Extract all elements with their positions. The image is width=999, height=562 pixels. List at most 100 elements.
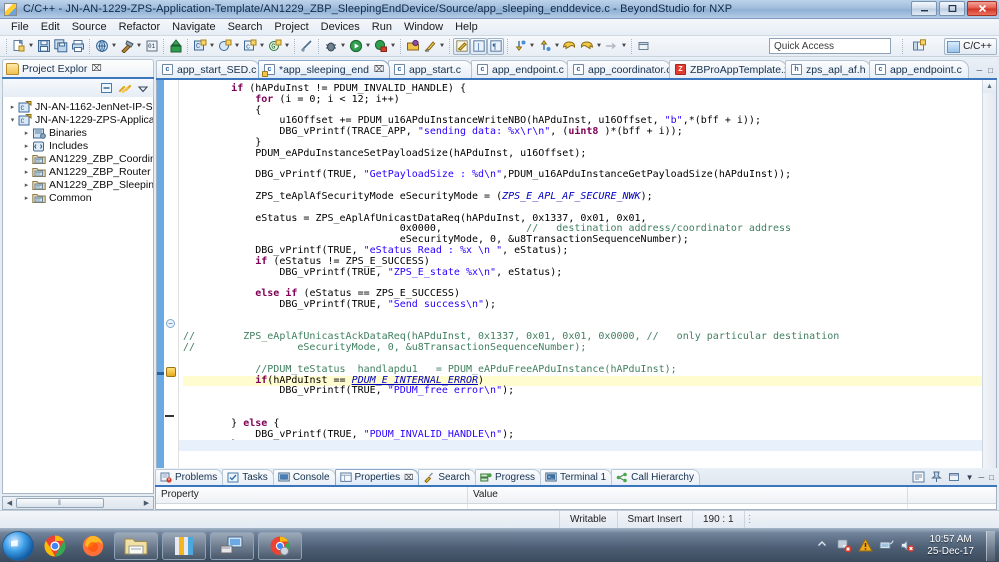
bottom-tab-search[interactable]: Search bbox=[418, 469, 476, 485]
bottom-tab-call-hierarchy[interactable]: Call Hierarchy bbox=[611, 469, 700, 485]
maximize-editor-icon[interactable]: □ bbox=[988, 66, 993, 75]
new-class-icon[interactable] bbox=[216, 38, 233, 55]
run-dropdown-icon[interactable] bbox=[364, 38, 372, 54]
save-icon[interactable] bbox=[35, 38, 52, 55]
warning-marker-icon[interactable] bbox=[166, 367, 176, 377]
toggle-whitespace-icon[interactable]: ¶ bbox=[487, 37, 504, 55]
debug-icon[interactable] bbox=[322, 38, 339, 55]
next-annotation-icon[interactable] bbox=[511, 38, 528, 55]
new-green-icon[interactable]: G bbox=[266, 38, 283, 55]
menu-search[interactable]: Search bbox=[222, 20, 269, 34]
source-code-text[interactable]: if (hAPduInst != PDUM_INVALID_HANDLE) { … bbox=[179, 80, 982, 496]
scroll-left-icon[interactable]: ◀ bbox=[3, 499, 16, 507]
menu-refactor[interactable]: Refactor bbox=[113, 20, 167, 34]
new-file-dropdown-icon[interactable] bbox=[27, 38, 35, 54]
menu-file[interactable]: File bbox=[5, 20, 35, 34]
tree-item-an1229-zbp-router[interactable]: ▸ AN1229_ZBP_Router bbox=[3, 165, 153, 178]
taskbar-explorer-icon[interactable] bbox=[114, 531, 158, 560]
show-hidden-icons-icon[interactable] bbox=[816, 538, 831, 553]
menu-help[interactable]: Help bbox=[449, 20, 484, 34]
warning-icon[interactable] bbox=[858, 537, 874, 553]
restore-perspective-icon[interactable] bbox=[635, 38, 652, 55]
toggle-word-wrap-icon[interactable]: | bbox=[470, 37, 487, 55]
print-icon[interactable] bbox=[69, 38, 86, 55]
editor-tab-app_endpoint.c[interactable]: c app_endpoint.c bbox=[869, 60, 969, 78]
scroll-up-icon[interactable]: ▲ bbox=[983, 80, 996, 93]
perspective-switcher-cpp[interactable]: C/C++ bbox=[944, 38, 997, 55]
close-button[interactable] bbox=[967, 1, 997, 16]
code-line[interactable]: ZPS_teAplAfSecurityMode eSecurityMode = … bbox=[183, 191, 982, 203]
new-c-project-icon[interactable]: C bbox=[191, 38, 208, 55]
debug-dropdown-icon[interactable] bbox=[339, 38, 347, 54]
folding-gutter[interactable]: − bbox=[164, 80, 179, 496]
editor-tab-zps_apl_af.h[interactable]: h zps_apl_af.h bbox=[785, 60, 871, 78]
code-line[interactable] bbox=[183, 203, 982, 214]
fold-end-icon[interactable] bbox=[165, 415, 174, 417]
new-class-dropdown-icon[interactable] bbox=[233, 38, 241, 54]
code-line[interactable]: DBG_vPrintf(TRUE, "GetPayloadSize : %d\n… bbox=[183, 169, 982, 181]
forward-history-dropdown-icon[interactable] bbox=[620, 38, 628, 54]
skip-breakpoints-icon[interactable] bbox=[298, 38, 315, 55]
code-line[interactable] bbox=[183, 397, 982, 408]
bottom-tab-terminal-1[interactable]: >_ Terminal 1 bbox=[540, 469, 613, 485]
new-c-file-icon[interactable]: c bbox=[241, 38, 258, 55]
chevron-right-icon[interactable]: ▸ bbox=[7, 103, 18, 111]
minimize-button[interactable] bbox=[911, 1, 937, 16]
tab-project-explorer[interactable]: Project Explor ⌧ bbox=[2, 59, 154, 77]
bottom-tab-problems[interactable]: Problems bbox=[155, 469, 224, 485]
chevron-right-icon[interactable]: ▸ bbox=[21, 168, 32, 176]
code-line[interactable] bbox=[183, 451, 982, 462]
code-line[interactable]: //PDUM_teStatus handlapdu1 = PDUM_eAPduF… bbox=[183, 364, 982, 376]
build-hammer-dropdown-icon[interactable] bbox=[135, 38, 143, 54]
code-line[interactable]: } else { bbox=[183, 418, 982, 430]
pin-icon[interactable] bbox=[930, 471, 943, 483]
bottom-tab-progress[interactable]: Progress bbox=[475, 469, 542, 485]
overview-ruler[interactable] bbox=[157, 80, 164, 496]
editor-tab-app_start_sed.c[interactable]: c app_start_SED.c bbox=[156, 60, 260, 78]
menu-edit[interactable]: Edit bbox=[35, 20, 66, 34]
security-alert-icon[interactable] bbox=[837, 538, 852, 553]
profile-icon[interactable] bbox=[372, 38, 389, 55]
chevron-right-icon[interactable]: ▸ bbox=[21, 129, 32, 137]
profile-dropdown-icon[interactable] bbox=[389, 38, 397, 54]
view-menu-icon[interactable] bbox=[136, 82, 150, 95]
tree-item-includes[interactable]: ▸ Includes bbox=[3, 139, 153, 152]
project-tree[interactable]: ▸CJN-AN-1162-JenNet-IP-Smart▾CJN-AN-1229… bbox=[2, 97, 154, 494]
menu-run[interactable]: Run bbox=[366, 20, 398, 34]
chevron-right-icon[interactable]: ▸ bbox=[21, 181, 32, 189]
build-all-icon[interactable] bbox=[93, 38, 110, 55]
column-header-property[interactable]: Property bbox=[156, 487, 468, 503]
code-line[interactable]: if (eStatus != ZPS_E_SUCCESS) bbox=[183, 256, 982, 268]
column-header-value[interactable]: Value bbox=[468, 487, 908, 503]
code-line[interactable]: PDUM_eAPduInstanceSetPayloadSize(hAPduIn… bbox=[183, 148, 982, 160]
minimize-editor-icon[interactable]: ─ bbox=[976, 66, 982, 75]
tree-item-binaries[interactable]: ▸ Binaries bbox=[3, 126, 153, 139]
hscroll-thumb[interactable]: ‖ bbox=[16, 498, 104, 508]
code-line[interactable] bbox=[183, 408, 982, 419]
build-all-dropdown-icon[interactable] bbox=[110, 38, 118, 54]
volume-muted-icon[interactable] bbox=[900, 538, 915, 553]
previous-annotation-icon[interactable] bbox=[536, 38, 553, 55]
chevron-right-icon[interactable]: ▸ bbox=[21, 194, 32, 202]
taskbar-network-icon[interactable] bbox=[210, 531, 254, 560]
close-icon[interactable]: ⌧ bbox=[91, 63, 101, 74]
back-icon[interactable] bbox=[561, 38, 578, 55]
close-icon[interactable]: ⌧ bbox=[374, 64, 384, 75]
menu-devices[interactable]: Devices bbox=[315, 20, 366, 34]
new-c-file-dropdown-icon[interactable] bbox=[258, 38, 266, 54]
forward-icon[interactable] bbox=[578, 38, 595, 55]
code-line[interactable]: // eSecurityMode, 0, &u8TransactionSeque… bbox=[183, 342, 982, 354]
code-line[interactable]: DBG_vPrintf(TRUE, "ZPS_E_state %x\n", eS… bbox=[183, 267, 982, 279]
code-line[interactable]: DBG_vPrintf(TRACE_APP, "sending data: %x… bbox=[183, 126, 982, 138]
save-all-icon[interactable] bbox=[52, 38, 69, 55]
tree-item-common[interactable]: ▸ Common bbox=[3, 191, 153, 204]
code-editor[interactable]: − if (hAPduInst != PDUM_INVALID_HANDLE) … bbox=[156, 80, 997, 497]
taskbar-clock[interactable]: 10:57 AM 25-Dec-17 bbox=[921, 534, 980, 558]
forward-dropdown-icon[interactable] bbox=[595, 38, 603, 54]
taskbar-chrome-window-icon[interactable] bbox=[258, 531, 302, 560]
show-desktop-button[interactable] bbox=[986, 530, 995, 561]
previous-annotation-dropdown-icon[interactable] bbox=[553, 38, 561, 54]
tree-item-jn-an-1229-zps-application[interactable]: ▾C JN-AN-1229-ZPS-Application bbox=[3, 113, 153, 126]
tree-item-an1229-zbp-coordinator[interactable]: ▸ AN1229_ZBP_Coordinator bbox=[3, 152, 153, 165]
export-icon[interactable] bbox=[167, 38, 184, 55]
